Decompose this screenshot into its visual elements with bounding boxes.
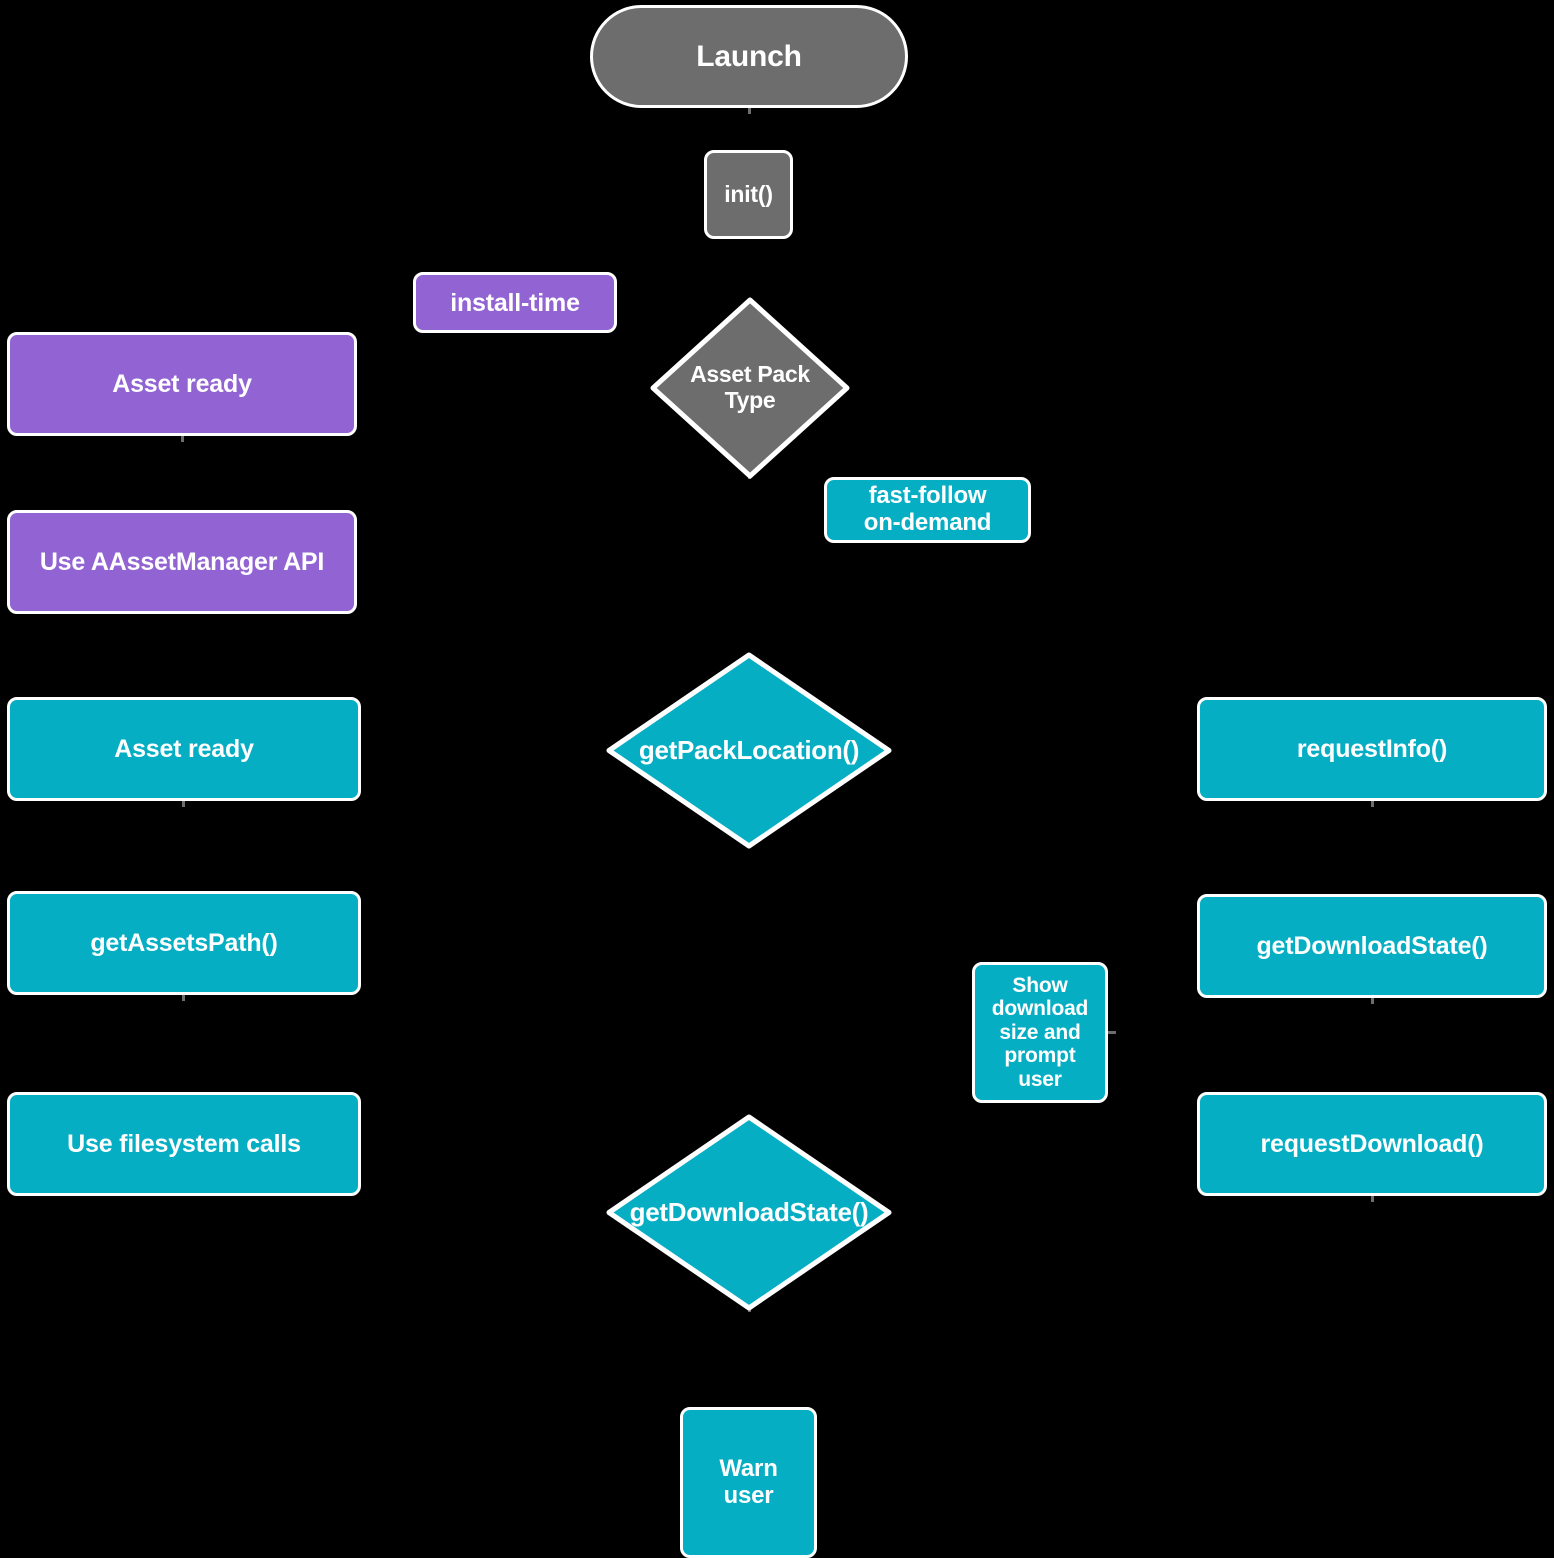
node-asset-ready-teal[interactable]: Asset ready [7,697,361,801]
node-get-download-state-right[interactable]: getDownloadState() [1197,894,1547,998]
node-show-download-size[interactable]: Show download size and prompt user [972,962,1108,1103]
node-get-pack-location[interactable]: getPackLocation() [606,652,892,849]
node-get-assets-path[interactable]: getAssetsPath() [7,891,361,995]
node-asset-ready-purple[interactable]: Asset ready [7,332,357,436]
node-fast-follow[interactable]: fast-follow on-demand [824,477,1031,543]
node-request-info[interactable]: requestInfo() [1197,697,1547,801]
node-launch[interactable]: Launch [590,5,908,108]
flowchart-canvas: Launch init() install-time Asset Pack Type fa… [0,0,1554,1558]
node-install-time[interactable]: install-time [413,272,617,333]
node-get-download-state-center[interactable]: getDownloadState() [606,1114,892,1311]
node-asset-pack-type[interactable]: Asset Pack Type [650,297,850,479]
node-aassetmanager[interactable]: Use AAssetManager API [7,510,357,614]
node-request-download[interactable]: requestDownload() [1197,1092,1547,1196]
node-init[interactable]: init() [704,150,793,239]
connector-show-download-size-right [1108,1031,1116,1034]
node-warn-user[interactable]: Warn user [680,1407,817,1558]
node-filesystem-calls[interactable]: Use filesystem calls [7,1092,361,1196]
